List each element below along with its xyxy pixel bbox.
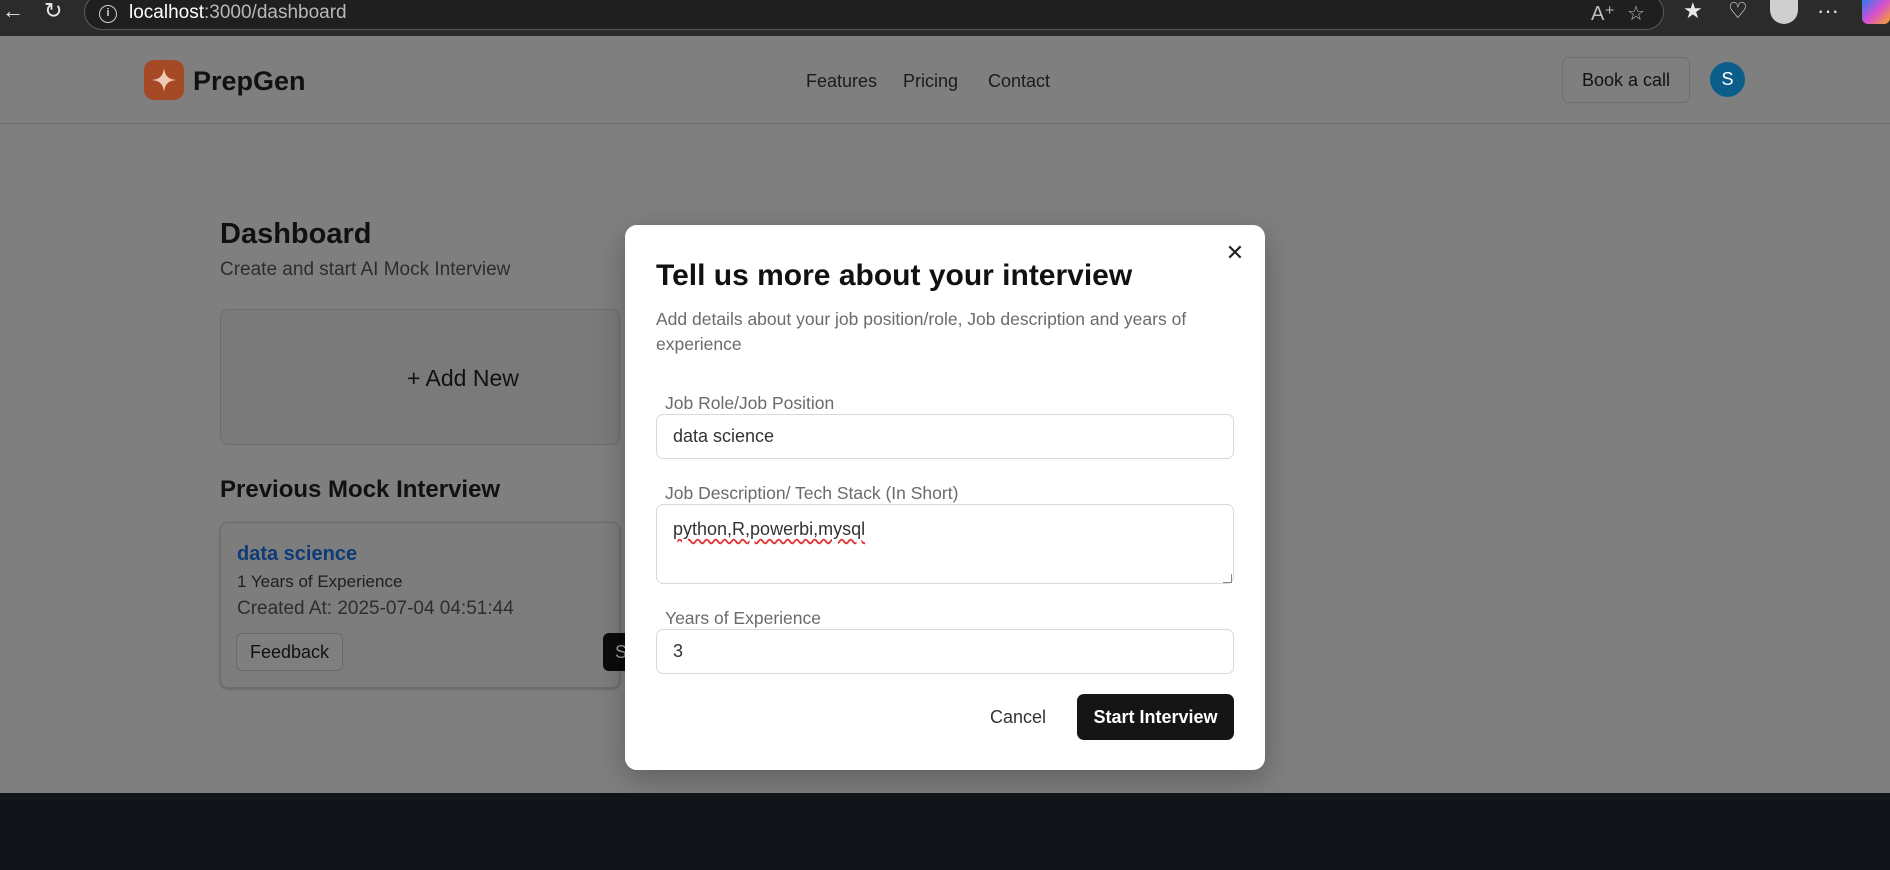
- years-experience-label: Years of Experience: [665, 608, 821, 628]
- job-description-textarea[interactable]: python,R,powerbi,mysql: [656, 504, 1234, 584]
- resize-handle-icon[interactable]: [1223, 574, 1232, 583]
- nav-contact[interactable]: Contact: [988, 71, 1050, 92]
- job-role-label: Job Role/Job Position: [665, 393, 835, 413]
- page-title: Dashboard: [220, 218, 372, 250]
- sparkle-icon: [152, 68, 176, 92]
- previous-interviews-heading: Previous Mock Interview: [220, 476, 501, 503]
- address-bar[interactable]: i localhost:3000/dashboard A⁺ ☆: [84, 0, 1664, 30]
- user-avatar[interactable]: S: [1710, 62, 1745, 97]
- close-icon[interactable]: ✕: [1225, 242, 1245, 264]
- star-icon[interactable]: ☆: [1627, 1, 1645, 26]
- app-header: PrepGen Features Pricing Contact Book a …: [0, 36, 1890, 124]
- brand-name[interactable]: PrepGen: [193, 66, 306, 97]
- add-new-card[interactable]: + Add New: [220, 309, 620, 445]
- job-description-label: Job Description/ Tech Stack (In Short): [665, 483, 959, 503]
- page-subtitle: Create and start AI Mock Interview: [220, 259, 511, 280]
- years-experience-input[interactable]: 3: [656, 629, 1234, 674]
- read-aloud-icon[interactable]: A⁺: [1591, 1, 1615, 26]
- nav-pricing[interactable]: Pricing: [903, 71, 958, 92]
- more-icon[interactable]: ···: [1817, 0, 1839, 22]
- dialog-title: Tell us more about your interview: [656, 259, 1133, 292]
- info-icon[interactable]: i: [99, 5, 117, 23]
- brand-logo-icon[interactable]: [144, 60, 184, 100]
- browser-toolbar: ← ↻ i localhost:3000/dashboard A⁺ ☆ ★ ♡ …: [0, 0, 1890, 36]
- copilot-icon[interactable]: [1862, 0, 1890, 24]
- reload-icon[interactable]: ↻: [44, 0, 62, 24]
- add-new-label: + Add New: [407, 365, 519, 391]
- job-role-input[interactable]: data science: [656, 414, 1234, 459]
- feedback-button[interactable]: Feedback: [236, 633, 343, 671]
- favorites-icon[interactable]: ★: [1683, 0, 1703, 22]
- page-footer: [0, 793, 1890, 870]
- job-description-value: python,R,powerbi,mysql: [673, 519, 866, 539]
- back-icon[interactable]: ←: [2, 0, 24, 24]
- url-text[interactable]: localhost:3000/dashboard: [129, 2, 347, 24]
- interview-card: data science 1 Years of Experience Creat…: [220, 522, 643, 688]
- start-interview-button[interactable]: Start Interview: [1077, 694, 1234, 740]
- health-icon[interactable]: ♡: [1728, 0, 1748, 22]
- book-call-button[interactable]: Book a call: [1562, 57, 1690, 103]
- interview-role: data science: [237, 543, 358, 565]
- dialog-description: Add details about your job position/role…: [656, 309, 1187, 354]
- interview-created-at: Created At: 2025-07-04 04:51:44: [237, 598, 514, 619]
- interview-experience: 1 Years of Experience: [237, 572, 403, 591]
- cancel-button[interactable]: Cancel: [970, 694, 1066, 740]
- profile-icon[interactable]: [1770, 0, 1798, 24]
- nav-features[interactable]: Features: [806, 71, 877, 92]
- interview-details-dialog: ✕ Tell us more about your interview Add …: [625, 225, 1265, 770]
